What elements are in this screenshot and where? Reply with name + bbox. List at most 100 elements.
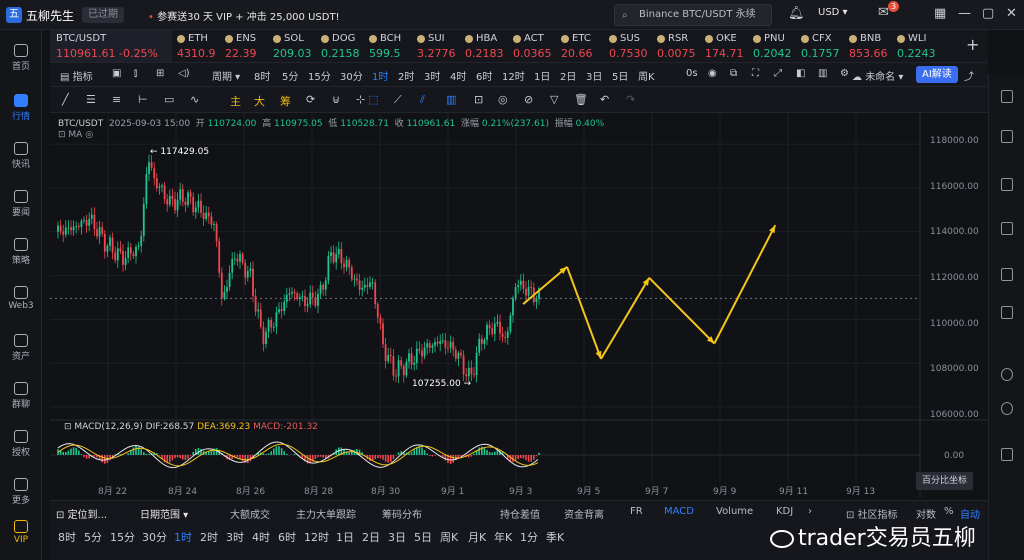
interval-5d[interactable]: 5日 bbox=[612, 68, 628, 83]
interval-6h[interactable]: 6时 bbox=[476, 68, 492, 83]
ticker-item[interactable]: ETC 20.66 bbox=[558, 30, 606, 62]
price-chart[interactable]: BTC/USDT 2025-09-03 15:00 开 110724.00 高 … bbox=[50, 113, 988, 498]
ticker-item[interactable]: CFX 0.1757 bbox=[798, 30, 846, 62]
redo-icon[interactable]: ↷ bbox=[626, 93, 635, 106]
tab-kdj[interactable]: KDJ bbox=[776, 506, 793, 517]
rect-icon[interactable]: ▭ bbox=[164, 93, 174, 106]
sidebar-item-strategy[interactable]: 策略 bbox=[0, 238, 42, 266]
brush-icon[interactable]: ∿ bbox=[190, 93, 199, 106]
sidebar-item-chat[interactable]: 群聊 bbox=[0, 382, 42, 410]
layers-icon[interactable] bbox=[1001, 268, 1013, 281]
interval-12h[interactable]: 12时 bbox=[502, 68, 525, 83]
bottom-interval-item[interactable]: 1时 bbox=[174, 529, 192, 545]
auto-scale-toggle[interactable]: 自动 bbox=[960, 506, 980, 521]
compare-icon[interactable]: ⊞ bbox=[156, 68, 164, 79]
ai-analysis-button[interactable]: AI解读 bbox=[916, 66, 958, 83]
interval-3h[interactable]: 3时 bbox=[424, 68, 440, 83]
speaker-icon[interactable]: ◁) bbox=[178, 68, 190, 79]
bottom-interval-item[interactable]: 1日 bbox=[336, 529, 354, 545]
tab-volume[interactable]: Volume bbox=[716, 506, 753, 517]
sidebar-item-more[interactable]: 更多 bbox=[0, 478, 42, 506]
chips-button[interactable]: 筹 bbox=[280, 93, 291, 109]
tab-chips[interactable]: 筹码分布 bbox=[382, 506, 422, 521]
grid-icon[interactable]: ▦ bbox=[934, 6, 946, 21]
bottom-interval-item[interactable]: 季K bbox=[546, 529, 564, 545]
ticker-item[interactable]: BNB 853.66 bbox=[846, 30, 894, 62]
node-icon[interactable]: ⊘ bbox=[524, 93, 533, 106]
ticker-item[interactable]: SUI 3.2776 bbox=[414, 30, 462, 62]
big-order-button[interactable]: 大 bbox=[254, 93, 265, 109]
sidebar-item-auth[interactable]: 授权 bbox=[0, 430, 42, 458]
document-icon[interactable] bbox=[1001, 90, 1013, 103]
candle-type-icon[interactable]: ⫾ bbox=[134, 68, 137, 79]
interval-2h[interactable]: 2时 bbox=[398, 68, 414, 83]
bottom-interval-item[interactable]: 3时 bbox=[226, 529, 244, 545]
interval-1h[interactable]: 1时 bbox=[372, 68, 388, 83]
trendline-icon[interactable]: ╱ bbox=[62, 93, 69, 106]
tab-main-orders[interactable]: 主力大单跟踪 bbox=[296, 506, 356, 521]
eye-icon[interactable]: ◎ bbox=[498, 93, 508, 106]
ticker-item[interactable]: BCH 599.5 bbox=[366, 30, 414, 62]
undo-icon[interactable]: ↶ bbox=[600, 93, 609, 106]
interval-30m[interactable]: 30分 bbox=[340, 68, 363, 83]
share-icon[interactable]: ⤴ bbox=[964, 68, 974, 83]
alarm-icon[interactable] bbox=[1001, 402, 1013, 415]
ticker-item[interactable]: SUS 0.7530 bbox=[606, 30, 654, 62]
toggle-icon[interactable]: ◧ bbox=[796, 68, 805, 79]
bottom-interval-item[interactable]: 5日 bbox=[414, 529, 432, 545]
bottom-interval-item[interactable]: 4时 bbox=[252, 529, 270, 545]
layout-icon[interactable]: ▥ bbox=[818, 68, 827, 79]
magnet-icon[interactable]: ⊍ bbox=[332, 93, 340, 106]
sidebar-item-market[interactable]: 行情 bbox=[0, 94, 42, 122]
bottom-interval-item[interactable]: 6时 bbox=[278, 529, 296, 545]
tab-position-diff[interactable]: 持仓差值 bbox=[500, 506, 540, 521]
fullscreen-icon[interactable]: ⛶ bbox=[752, 68, 759, 79]
tab-large-trades[interactable]: 大额成交 bbox=[230, 506, 270, 521]
interval-2d[interactable]: 2日 bbox=[560, 68, 576, 83]
promo-banner[interactable]: • 参赛送30 天 VIP + 冲击 25,000 USDT! bbox=[148, 8, 340, 23]
interval-3d[interactable]: 3日 bbox=[586, 68, 602, 83]
interval-5m[interactable]: 5分 bbox=[282, 68, 298, 83]
minimize-icon[interactable]: — bbox=[958, 6, 971, 21]
tab-macd[interactable]: MACD bbox=[664, 506, 694, 517]
ticker-item[interactable]: HBA 0.2183 bbox=[462, 30, 510, 62]
refresh-icon[interactable] bbox=[1001, 368, 1013, 381]
chevron-right-icon[interactable]: › bbox=[808, 506, 812, 517]
bottom-interval-item[interactable]: 8时 bbox=[58, 529, 76, 545]
expand-icon[interactable]: ⤢ bbox=[774, 68, 782, 79]
percent-scale-toggle[interactable]: % bbox=[944, 506, 954, 517]
membership-tag[interactable]: 已过期 bbox=[82, 7, 124, 23]
ray-icon[interactable]: ⊢ bbox=[138, 93, 148, 106]
trash-icon[interactable]: 🗑︎ bbox=[574, 93, 588, 106]
sidebar-item-news[interactable]: 快讯 bbox=[0, 142, 42, 170]
ticker-item[interactable]: ENS 22.39 bbox=[222, 30, 270, 62]
notes-icon[interactable] bbox=[1001, 306, 1013, 319]
main-force-button[interactable]: 主 bbox=[230, 93, 241, 109]
tab-fr[interactable]: FR bbox=[630, 506, 643, 517]
chart-trend-icon[interactable] bbox=[1001, 178, 1013, 191]
bottom-interval-item[interactable]: 1分 bbox=[520, 529, 538, 545]
locate-button[interactable]: ⊡ 定位到... bbox=[56, 506, 107, 521]
date-range-button[interactable]: 日期范围 ▾ bbox=[140, 506, 188, 521]
bottom-interval-item[interactable]: 3日 bbox=[388, 529, 406, 545]
copy-icon[interactable]: ⧉ bbox=[730, 68, 737, 79]
layout-name-select[interactable]: ☁ 未命名 ▾ bbox=[852, 68, 903, 83]
ticker-item[interactable]: DOG 0.2158 bbox=[318, 30, 366, 62]
indicator-button[interactable]: ▤ 指标 bbox=[60, 68, 93, 83]
ticker-item[interactable]: SOL 209.03 bbox=[270, 30, 318, 62]
bottom-interval-item[interactable]: 周K bbox=[440, 529, 458, 545]
channel-icon[interactable]: ≡ bbox=[112, 93, 121, 106]
currency-select[interactable]: USD ▾ bbox=[818, 7, 848, 18]
interval-4h[interactable]: 4时 bbox=[450, 68, 466, 83]
filter-icon[interactable]: ▽ bbox=[550, 93, 558, 106]
interval-1d[interactable]: 1日 bbox=[534, 68, 550, 83]
sidebar-item-vip[interactable]: VIP bbox=[0, 520, 42, 545]
lock-icon[interactable]: ⊡ bbox=[474, 93, 483, 106]
camera-icon[interactable]: ◉ bbox=[708, 68, 717, 79]
replay-timer[interactable]: 0s bbox=[686, 68, 698, 79]
ma-legend[interactable]: ⊡ MA ◎ bbox=[58, 130, 93, 140]
ticker-item[interactable]: RSR 0.0075 bbox=[654, 30, 702, 62]
hline-icon[interactable]: ☰ bbox=[86, 93, 96, 106]
tab-fund-divergence[interactable]: 资金背离 bbox=[564, 506, 604, 521]
select-icon[interactable]: ⬚ bbox=[368, 93, 378, 106]
